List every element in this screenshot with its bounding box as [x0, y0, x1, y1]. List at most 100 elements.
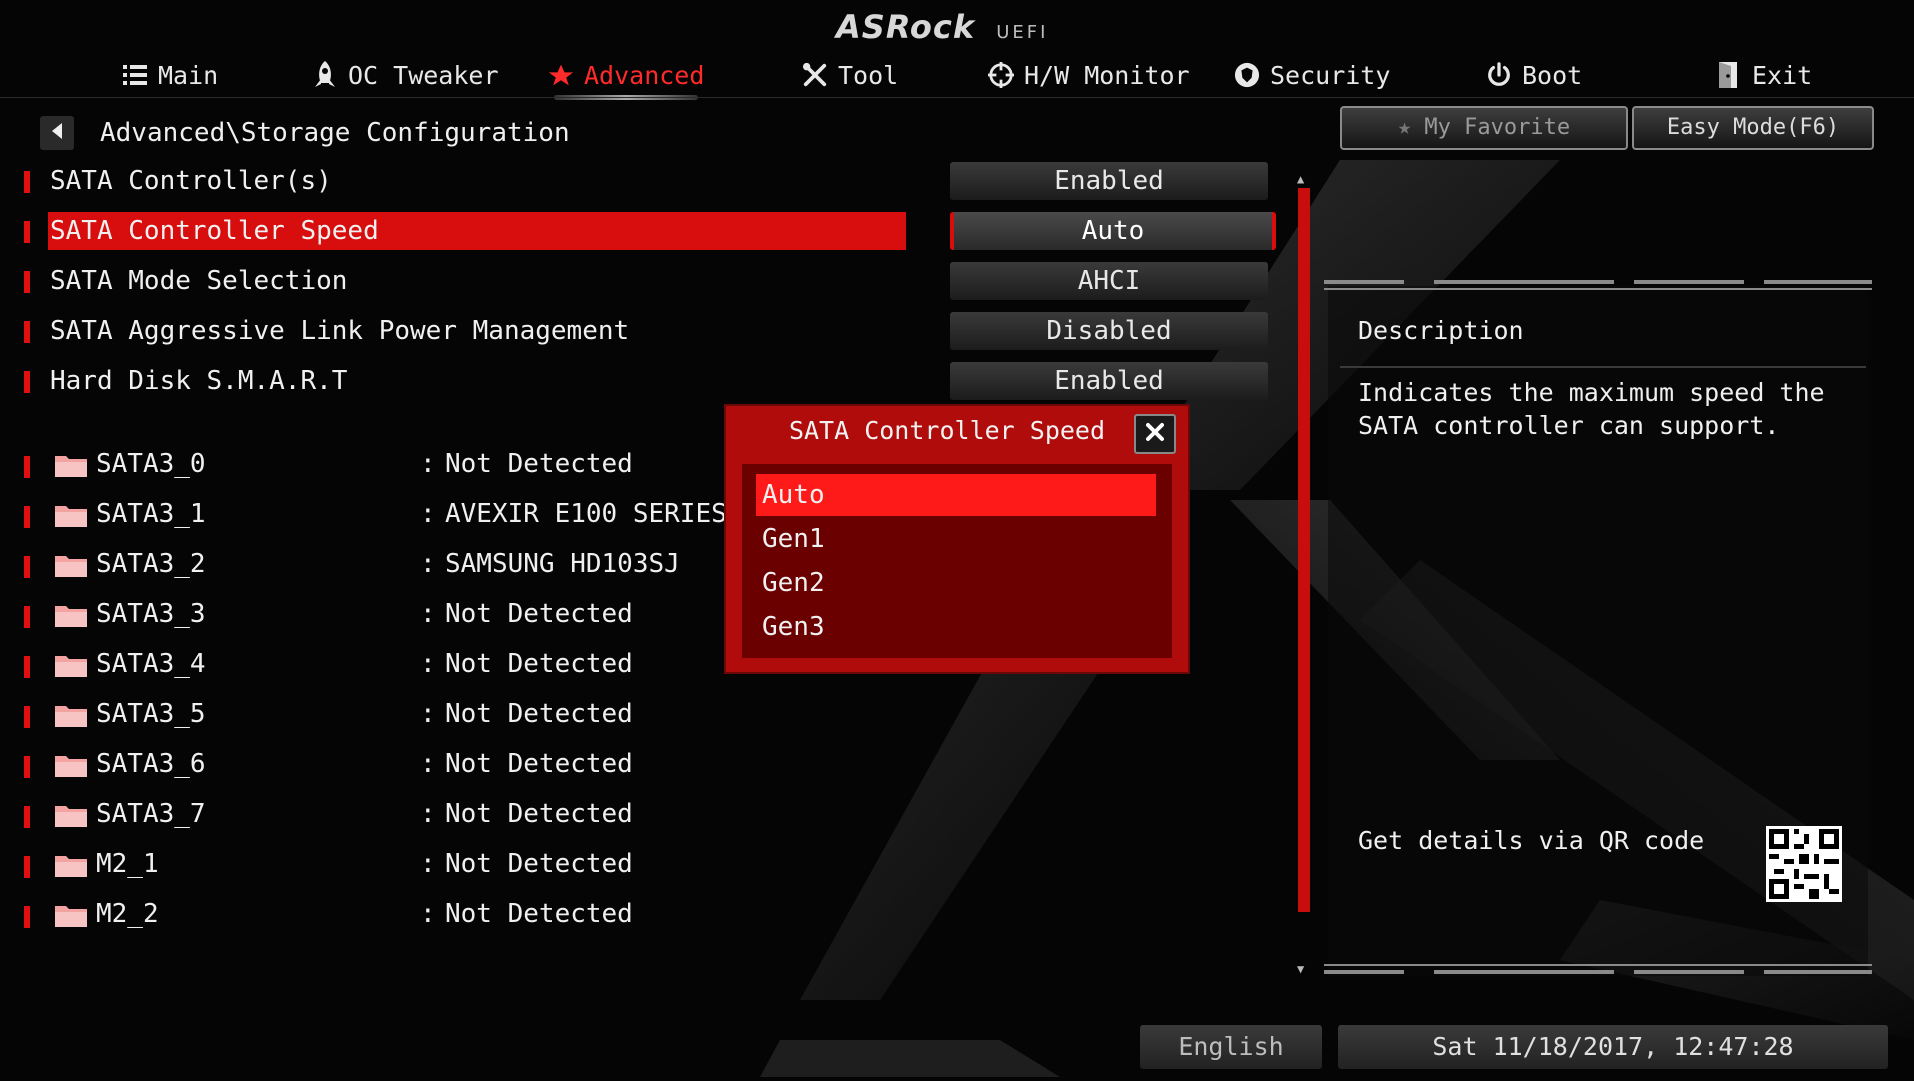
- setting-label: SATA Aggressive Link Power Management: [50, 316, 630, 346]
- asrock-logo: ASRock UEFI: [836, 8, 1048, 46]
- row-marker: [24, 706, 30, 728]
- folder-icon: [54, 852, 88, 882]
- setting-label: Hard Disk S.M.A.R.T: [50, 366, 348, 396]
- tab-tool-label: Tool: [838, 60, 899, 90]
- device-colon: :: [420, 899, 436, 929]
- device-name: SATA3_0: [96, 449, 206, 479]
- scroll-down-arrow-icon[interactable]: ▼: [1297, 962, 1304, 976]
- tab-boot-label: Boot: [1522, 60, 1583, 90]
- device-status: Not Detected: [445, 799, 633, 829]
- sata-alpm-value-button[interactable]: Disabled: [950, 312, 1268, 350]
- my-favorite-label: My Favorite: [1424, 115, 1571, 140]
- tab-tool[interactable]: Tool: [802, 56, 898, 94]
- setting-row-sata-controller-speed[interactable]: SATA Controller Speed: [24, 212, 906, 250]
- uefi-label: UEFI: [996, 22, 1049, 43]
- device-row[interactable]: SATA3_5 : Not Detected: [24, 696, 924, 732]
- folder-icon: [54, 552, 88, 582]
- row-marker: [24, 171, 30, 193]
- device-status: Not Detected: [445, 599, 633, 629]
- popup-option-auto[interactable]: Auto: [756, 474, 1156, 516]
- tab-hw-monitor-label: H/W Monitor: [1024, 60, 1190, 90]
- folder-icon: [54, 902, 88, 932]
- sata-speed-popup: SATA Controller Speed Auto Gen1 Gen2 Gen…: [726, 406, 1188, 672]
- device-name: M2_1: [96, 849, 159, 879]
- folder-icon: [54, 602, 88, 632]
- device-row[interactable]: M2_1 : Not Detected: [24, 846, 924, 882]
- tab-security-label: Security: [1270, 60, 1391, 90]
- device-colon: :: [420, 699, 436, 729]
- exit-door-icon: [1716, 62, 1742, 88]
- language-selector[interactable]: English: [1140, 1025, 1322, 1069]
- row-marker: [24, 321, 30, 343]
- row-marker: [24, 221, 30, 243]
- popup-option-gen1[interactable]: Gen1: [756, 518, 1156, 560]
- list-icon: [122, 62, 148, 88]
- setting-row-sata-alpm[interactable]: SATA Aggressive Link Power Management: [24, 312, 904, 350]
- sata-controllers-value-button[interactable]: Enabled: [950, 162, 1268, 200]
- device-colon: :: [420, 499, 436, 529]
- folder-icon: [54, 452, 88, 482]
- row-marker: [24, 606, 30, 628]
- row-marker: [24, 556, 30, 578]
- popup-option-gen2[interactable]: Gen2: [756, 562, 1156, 604]
- tab-main[interactable]: Main: [122, 56, 218, 94]
- tab-security[interactable]: Security: [1234, 56, 1390, 94]
- device-row[interactable]: SATA3_7 : Not Detected: [24, 796, 924, 832]
- tab-advanced-label: Advanced: [584, 60, 705, 90]
- device-status: Not Detected: [445, 849, 633, 879]
- hard-disk-smart-value-button[interactable]: Enabled: [950, 362, 1268, 400]
- sata-mode-value-button[interactable]: AHCI: [950, 262, 1268, 300]
- shield-icon: [1234, 62, 1260, 88]
- tab-exit[interactable]: Exit: [1716, 56, 1812, 94]
- scroll-up-arrow-icon[interactable]: ▲: [1297, 172, 1304, 186]
- description-text: Indicates the maximum speed the SATA con…: [1358, 378, 1825, 440]
- row-marker: [24, 656, 30, 678]
- device-colon: :: [420, 449, 436, 479]
- tab-exit-label: Exit: [1752, 60, 1813, 90]
- device-colon: :: [420, 599, 436, 629]
- row-marker: [24, 806, 30, 828]
- sata-controller-speed-value-button[interactable]: Auto: [950, 212, 1276, 250]
- device-name: SATA3_2: [96, 549, 206, 579]
- folder-icon: [54, 802, 88, 832]
- folder-icon: [54, 752, 88, 782]
- device-status: Not Detected: [445, 749, 633, 779]
- row-marker: [24, 856, 30, 878]
- scrollbar-thumb[interactable]: [1298, 188, 1310, 912]
- device-colon: :: [420, 749, 436, 779]
- popup-title: SATA Controller Speed: [788, 416, 1106, 445]
- setting-row-sata-controllers[interactable]: SATA Controller(s): [24, 162, 904, 200]
- row-marker: [24, 456, 30, 478]
- tab-oc-tweaker[interactable]: OC Tweaker: [312, 56, 499, 94]
- folder-icon: [54, 502, 88, 532]
- popup-option-gen3[interactable]: Gen3: [756, 606, 1156, 648]
- setting-row-sata-mode-selection[interactable]: SATA Mode Selection: [24, 262, 904, 300]
- setting-row-hard-disk-smart[interactable]: Hard Disk S.M.A.R.T: [24, 362, 904, 400]
- setting-label: SATA Mode Selection: [50, 266, 348, 296]
- device-name: SATA3_5: [96, 699, 206, 729]
- device-name: SATA3_7: [96, 799, 206, 829]
- description-divider: [1340, 366, 1866, 368]
- close-icon: [1145, 422, 1165, 446]
- top-navigation: Main OC Tweaker Advanced Tool H/W Monito…: [0, 56, 1914, 100]
- popup-close-button[interactable]: [1134, 414, 1176, 454]
- device-row[interactable]: M2_2 : Not Detected: [24, 896, 924, 932]
- back-button[interactable]: [40, 116, 74, 150]
- row-marker: [24, 506, 30, 528]
- tab-hw-monitor[interactable]: H/W Monitor: [988, 56, 1190, 94]
- device-name: SATA3_3: [96, 599, 206, 629]
- easy-mode-button[interactable]: Easy Mode(F6): [1632, 106, 1874, 150]
- brand-name: ASRock: [836, 8, 976, 46]
- folder-icon: [54, 652, 88, 682]
- device-name: SATA3_1: [96, 499, 206, 529]
- tab-advanced[interactable]: Advanced: [548, 56, 705, 100]
- device-status: Not Detected: [445, 899, 633, 929]
- star-icon: [548, 62, 574, 88]
- crosshair-icon: [988, 62, 1014, 88]
- description-heading: Description: [1358, 316, 1524, 345]
- my-favorite-button[interactable]: ★ My Favorite: [1340, 106, 1628, 150]
- tools-icon: [802, 62, 828, 88]
- nav-divider: [0, 97, 1914, 98]
- device-row[interactable]: SATA3_6 : Not Detected: [24, 746, 924, 782]
- tab-boot[interactable]: Boot: [1486, 56, 1582, 94]
